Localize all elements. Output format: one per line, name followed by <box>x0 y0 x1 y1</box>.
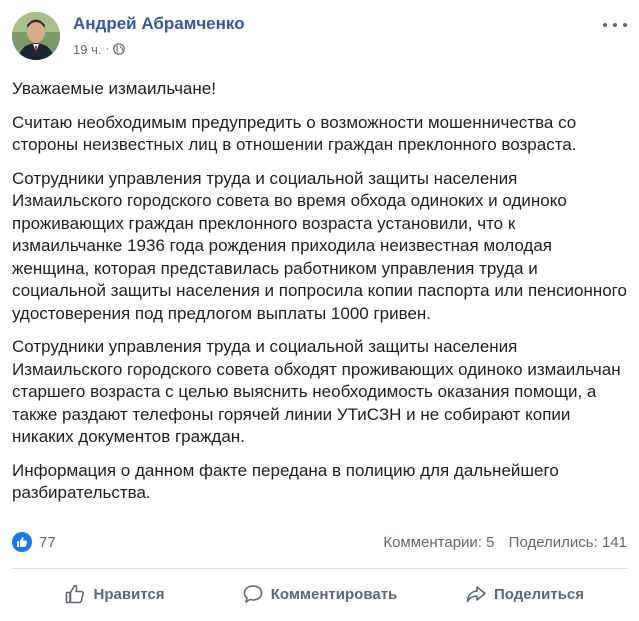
like-count[interactable]: 77 <box>39 534 56 551</box>
like-button[interactable]: Нравится <box>12 574 217 614</box>
thumbs-up-icon <box>66 584 85 604</box>
post-body: Уважаемые измаильчане! Считаю необходимы… <box>12 78 628 516</box>
shares-count[interactable]: Поделились: 141 <box>509 534 627 551</box>
thumbs-up-icon <box>17 537 28 547</box>
reactions-row: 77 Комментарии: 5 Поделились: 141 <box>12 532 627 558</box>
divider <box>12 568 627 569</box>
post-meta: 19 ч. · <box>73 40 125 58</box>
comment-button[interactable]: Комментировать <box>217 574 422 614</box>
post-time[interactable]: 19 ч. <box>73 42 101 57</box>
globe-icon[interactable] <box>113 43 125 55</box>
engagement-counts: Комментарии: 5 Поделились: 141 <box>373 534 627 551</box>
post-paragraph: Считаю необходимым предупредить о возмож… <box>12 112 577 155</box>
comment-icon <box>243 585 263 603</box>
share-button[interactable]: Поделиться <box>422 574 627 614</box>
post-header: Андрей Абрамченко 19 ч. · <box>12 12 627 62</box>
post-paragraph: Уважаемые измаильчане! <box>12 79 216 98</box>
facebook-post: Андрей Абрамченко 19 ч. · Уважаемые изма… <box>0 0 639 621</box>
post-paragraph: Сотрудники управления труда и социальной… <box>12 168 627 323</box>
comments-count[interactable]: Комментарии: 5 <box>383 534 494 551</box>
post-paragraph: Сотрудники управления труда и социальной… <box>12 337 621 446</box>
comment-button-label: Комментировать <box>270 585 398 603</box>
post-paragraph: Информация о данном факте передана в пол… <box>12 460 559 503</box>
avatar-photo <box>12 12 60 60</box>
like-button-label: Нравится <box>93 585 165 603</box>
meta-separator: · <box>105 43 110 55</box>
like-reaction-icon[interactable] <box>12 532 32 552</box>
more-options-icon <box>603 23 607 27</box>
action-bar: Нравится Комментировать Поделиться <box>12 574 627 614</box>
more-options-button[interactable] <box>603 18 627 32</box>
author-name[interactable]: Андрей Абрамченко <box>73 14 245 34</box>
share-icon <box>466 586 486 603</box>
share-button-label: Поделиться <box>493 585 585 603</box>
avatar[interactable] <box>12 12 60 60</box>
